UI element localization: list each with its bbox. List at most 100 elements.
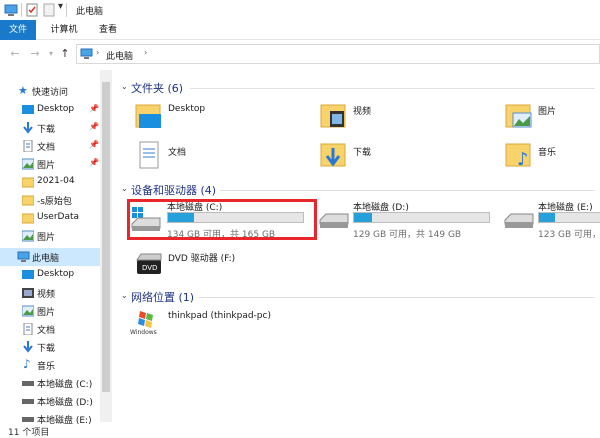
folder-tile-videos[interactable]: 视频 [318,99,478,135]
divider [21,3,22,17]
desktop-folder-icon [135,104,161,128]
download-icon [23,341,33,353]
sidebar-item-label: Desktop [37,269,75,279]
breadcrumb-chevron-icon[interactable]: › [96,48,99,57]
drive-tile-d[interactable]: 本地磁盘 (D:) 129 GB 可用，共 149 GB [318,200,498,240]
folders-header[interactable]: 文件夹 (6) [131,80,183,96]
sidebar-item-music[interactable]: ♪ 音乐 [0,356,100,374]
drive-space-text: 123 GB 可用，共 1 [538,230,600,238]
sidebar-item-downloads[interactable]: 下载 📌 [0,119,100,137]
collapse-chevron-icon[interactable]: ⌄ [121,184,128,193]
computer-icon [4,4,18,16]
pin-icon: 📌 [89,104,99,113]
document-icon [23,140,33,152]
folder-tile-downloads[interactable]: 下载 [318,138,478,174]
sidebar-item-drive-c[interactable]: 本地磁盘 (C:) [0,374,100,392]
documents-folder-icon [139,141,159,169]
tab-computer[interactable]: 计算机 [44,20,84,40]
drive-icon [22,399,34,404]
ribbon [0,20,600,40]
breadcrumb-chevron-icon[interactable]: › [144,48,147,57]
sidebar-item-pictures[interactable]: 图片 [0,302,100,320]
tab-file[interactable]: 文件 [0,20,36,40]
address-bar[interactable] [76,44,600,64]
network-header[interactable]: 网络位置 (1) [131,289,194,305]
drives-header[interactable]: 设备和驱动器 (4) [131,182,216,198]
tab-view[interactable]: 查看 [92,20,124,40]
properties-icon[interactable] [26,3,38,17]
folder-tile-pictures[interactable]: 图片 [503,99,600,135]
music-icon: ♪ [23,357,31,371]
pin-icon: 📌 [89,122,99,131]
drive-icon [504,213,534,228]
up-button[interactable]: ↑ [58,46,72,62]
sidebar-item-quick-access[interactable]: ★ 快速访问 [0,82,100,100]
sidebar-item-pictures[interactable]: 图片 📌 [0,155,100,173]
sidebar-item-desktop[interactable]: Desktop 📌 [0,101,100,119]
star-icon: ★ [18,84,28,97]
folder-icon [22,213,34,224]
recent-locations-icon[interactable]: ▾ [44,46,58,62]
folder-tile-desktop[interactable]: Desktop [133,99,293,135]
sidebar-item-folder[interactable]: -s原始包 [0,191,100,209]
drive-tile-e[interactable]: 本地磁盘 (E:) 123 GB 可用，共 1 [503,200,600,238]
folder-label: 文档 [168,148,187,158]
sidebar-item-downloads[interactable]: 下载 [0,338,100,356]
downloads-folder-icon [320,143,346,167]
sidebar-item-drive-d[interactable]: 本地磁盘 (D:) [0,392,100,410]
folder-label: 视频 [353,107,372,117]
sidebar-item-label: -s原始包 [37,197,72,207]
pin-icon: 📌 [89,158,99,167]
drive-label: DVD 驱动器 (F:) [168,254,236,264]
sidebar-item-this-pc[interactable]: 此电脑 [0,248,100,266]
sidebar-item-label: 本地磁盘 (D:) [37,398,93,408]
drive-space-text: 129 GB 可用，共 149 GB [353,230,462,240]
divider [66,3,67,17]
sidebar-item-label: 视频 [37,290,56,300]
forward-button[interactable]: → [28,46,42,62]
sidebar-item-label: 2021-04 [37,176,75,186]
download-icon [23,122,33,134]
sidebar-scrollbar-thumb[interactable] [102,82,110,392]
network-label: thinkpad (thinkpad-pc) [168,311,271,321]
drive-usage-fill [539,213,555,222]
sidebar-item-label: 音乐 [37,362,56,372]
drive-icon [22,417,34,422]
sidebar-item-desktop[interactable]: Desktop [0,266,100,284]
sidebar-item-pictures[interactable]: 图片 [0,227,100,245]
document-icon [23,323,33,335]
svg-text:DVD: DVD [142,264,157,272]
sidebar-item-folder[interactable]: UserData [0,209,100,227]
folder-tile-music[interactable]: ♪ 音乐 [503,138,600,174]
collapse-chevron-icon[interactable]: ⌄ [121,82,128,91]
customize-toolbar-icon[interactable]: ▾ [58,1,63,12]
pictures-icon [22,230,34,242]
folder-icon [22,177,34,188]
drive-usage-bar [353,212,490,223]
folder-icon [22,195,34,206]
window-title: 此电脑 [76,7,104,17]
network-item-thinkpad[interactable]: Windows thinkpad (thinkpad-pc) [130,307,330,341]
sidebar-item-label: 文档 [37,143,56,153]
back-button[interactable]: ← [8,46,22,62]
folder-label: Desktop [168,104,206,114]
sidebar-item-documents[interactable]: 文档 [0,320,100,338]
desktop-icon [22,270,34,279]
collapse-chevron-icon[interactable]: ⌄ [121,291,128,300]
status-item-count: 11 个项目 [8,428,50,438]
folder-tile-documents[interactable]: 文档 [133,138,293,174]
svg-text:Windows: Windows [130,329,157,336]
sidebar-item-label: 快速访问 [32,88,69,98]
videos-folder-icon [320,104,346,128]
sidebar-item-label: 下载 [37,344,56,354]
breadcrumb-this-pc[interactable]: 此电脑 [106,49,133,62]
sidebar-item-label: 图片 [37,161,56,171]
pictures-icon [22,305,34,317]
sidebar-item-label: 图片 [37,308,56,318]
new-folder-icon[interactable] [43,3,55,17]
sidebar-item-folder[interactable]: 2021-04 [0,173,100,191]
folder-label: 下载 [353,148,372,158]
sidebar-item-documents[interactable]: 文档 📌 [0,137,100,155]
drive-tile-dvd[interactable]: DVD DVD 驱动器 (F:) [133,244,293,280]
sidebar-item-videos[interactable]: 视频 [0,284,100,302]
